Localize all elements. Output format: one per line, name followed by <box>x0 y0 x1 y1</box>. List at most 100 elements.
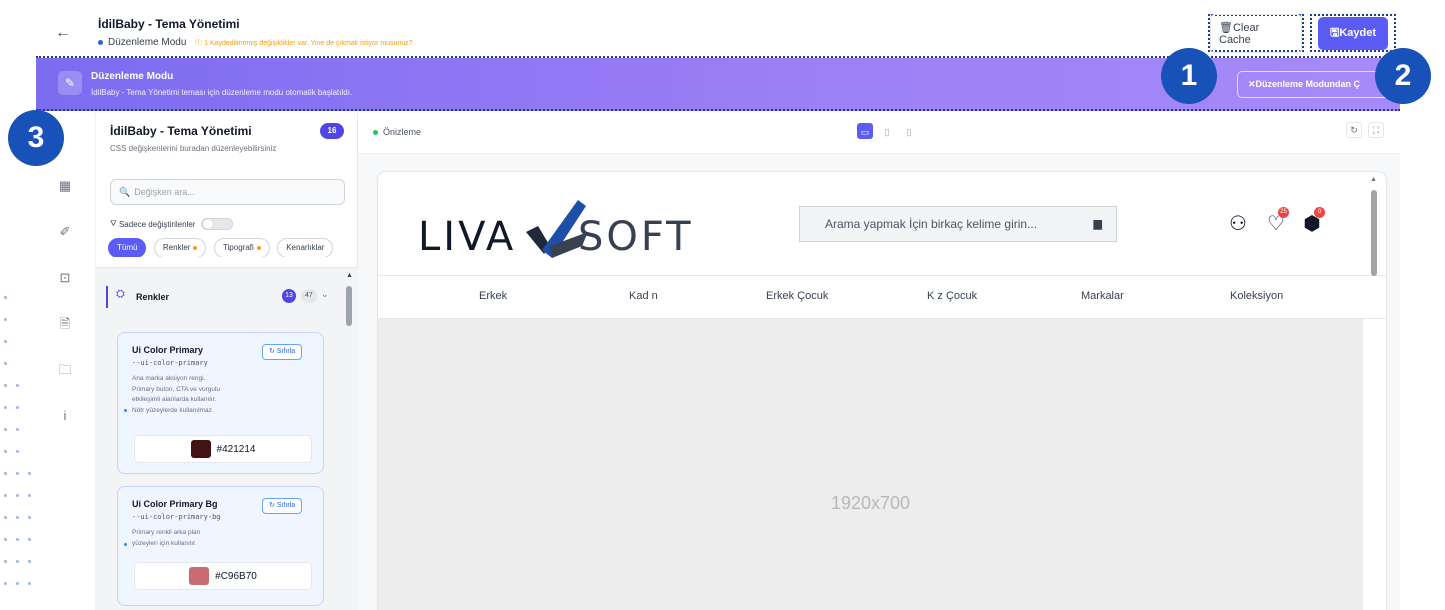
callout-badge-3: 3 <box>8 110 64 166</box>
banner-description: İdilBaby - Tema Yönetimi teması için düz… <box>91 88 353 97</box>
search-icon: 🔍 <box>119 187 131 197</box>
nav-item[interactable]: Kad n <box>629 290 658 302</box>
chip-typography[interactable]: Tipografi <box>213 238 270 257</box>
decorative-dot <box>16 450 19 453</box>
decorative-dot <box>16 428 19 431</box>
description-line: yüzeyleri için kullanılır. <box>132 539 197 547</box>
decorative-dot <box>28 538 31 541</box>
chip-colors-label: Renkler <box>162 243 191 252</box>
page-title: İdilBaby - Tema Yönetimi <box>98 17 240 31</box>
desktop-view-icon[interactable]: ▭ <box>857 123 873 139</box>
section-active-bar <box>106 286 108 308</box>
back-arrow-icon[interactable]: ← <box>52 22 74 44</box>
section-header-colors[interactable]: ⛭ Renkler 13 47 ⌄ <box>106 283 336 311</box>
color-hex-value: #C96B70 <box>215 570 257 582</box>
description-line: Primary buton, CTA ve vurgulu <box>132 385 221 393</box>
decorative-dot <box>4 582 7 585</box>
reset-button[interactable]: ↻ Sıfırla <box>262 498 303 514</box>
decorative-dot <box>4 362 7 365</box>
color-value-field[interactable]: #421214 <box>134 435 312 463</box>
changed-indicator <box>124 409 127 412</box>
decorative-dot <box>4 516 7 519</box>
changed-dot <box>256 245 261 250</box>
chip-all[interactable]: Tümü <box>108 238 147 257</box>
decorative-dot <box>16 384 19 387</box>
chip-typography-label: Tipografi <box>222 243 254 252</box>
hero-dimensions-text: 1920x700 <box>830 493 911 513</box>
close-icon: ✕ <box>1248 79 1256 89</box>
site-scrollbar[interactable]: ▲ <box>1369 176 1379 606</box>
mobile-view-icon[interactable]: ▯ <box>901 123 917 139</box>
decorative-dot <box>16 516 19 519</box>
save-highlight: 🖫Kaydet <box>1310 14 1396 52</box>
search-button-icon[interactable]: ▆ <box>1094 207 1102 241</box>
nav-item[interactable]: K z Çocuk <box>927 290 977 302</box>
color-swatch[interactable] <box>190 440 211 458</box>
chip-borders-label: Kenarlıklar <box>286 243 325 252</box>
filter-icon: ⛛ <box>110 219 119 228</box>
reset-icon: ↻ <box>269 502 277 509</box>
brush-icon[interactable]: ✐ <box>56 223 74 241</box>
chip-borders[interactable]: Kenarlıklar <box>277 238 334 257</box>
cart-count-badge: 0 <box>1314 207 1325 218</box>
site-search-input[interactable]: Arama yapmak İçin birkaç kelime girin...… <box>799 206 1117 242</box>
scroll-thumb[interactable] <box>346 286 352 326</box>
variable-key: --ui-color-primary <box>132 359 208 367</box>
nav-item[interactable]: Markalar <box>1081 290 1124 302</box>
scroll-thumb[interactable] <box>1371 190 1377 276</box>
panel-subtitle: CSS değişkenlerini buradan düzenleyebili… <box>110 144 277 153</box>
refresh-icon[interactable]: ↻ <box>1346 122 1362 138</box>
decorative-dot <box>4 428 7 431</box>
chip-colors[interactable]: Renkler <box>153 238 207 257</box>
scroll-up-icon[interactable]: ▲ <box>346 272 353 279</box>
color-swatch[interactable] <box>189 567 210 585</box>
variable-search-input[interactable]: 🔍 Değişken ara... <box>110 179 345 205</box>
site-search-placeholder: Arama yapmak İçin birkaç kelime girin... <box>825 217 1038 231</box>
decorative-dot <box>4 340 7 343</box>
nav-item[interactable]: Erkek Çocuk <box>766 290 828 302</box>
terminal-icon[interactable]: ⊡ <box>56 269 74 287</box>
reset-button[interactable]: ↻ Sıfırla <box>262 344 303 360</box>
chevron-down-icon[interactable]: ⌄ <box>321 289 329 300</box>
variable-name: Ui Color Primary Bg <box>132 499 218 509</box>
user-icon[interactable]: ⚇ <box>1226 212 1250 236</box>
variable-card: Ui Color Primary --ui-color-primary ↻ Sı… <box>117 332 324 474</box>
decorative-dot <box>4 318 7 321</box>
variable-name: Ui Color Primary <box>132 345 204 355</box>
grid-icon[interactable]: ▦ <box>56 177 74 195</box>
save-button[interactable]: 🖫Kaydet <box>1317 16 1389 50</box>
decorative-dot <box>28 582 31 585</box>
reset-label: Sıfırla <box>276 348 296 355</box>
decorative-dot <box>4 494 7 497</box>
decorative-dot <box>28 516 31 519</box>
panel-scrollbar[interactable]: ▲ <box>346 272 353 608</box>
changed-dot <box>193 245 198 250</box>
info-icon[interactable]: i <box>56 407 74 425</box>
decorative-dot <box>28 494 31 497</box>
decorative-dot <box>16 494 19 497</box>
file-icon[interactable]: 🗎 <box>56 315 74 333</box>
clear-cache-button[interactable]: 🗑Clear Cache <box>1210 13 1302 53</box>
only-changed-toggle[interactable] <box>201 218 234 230</box>
nav-item[interactable]: Erkek <box>479 290 507 302</box>
category-chips: Tümü Renkler Tipografi Kenarlıklar <box>108 237 346 257</box>
decorative-dot <box>4 538 7 541</box>
variable-description: Primary renkli arka plan yüzeyleri için … <box>132 528 312 549</box>
chip-all-label: Tümü <box>117 243 138 252</box>
decorative-dot <box>28 472 31 475</box>
tablet-view-icon[interactable]: ▯ <box>879 123 895 139</box>
fullscreen-icon[interactable]: ⛶ <box>1368 122 1384 138</box>
warning-icon: ⓘ <box>195 40 205 47</box>
palette-icon: ⛭ <box>116 288 125 300</box>
variables-panel: İdilBaby - Tema Yönetimi CSS değişkenler… <box>96 113 358 610</box>
mode-status: Düzenleme Modu ⓘ 1 Kaydedilmemiş değişik… <box>98 37 413 48</box>
variable-card: Ui Color Primary Bg --ui-color-primary-b… <box>117 486 324 606</box>
decorative-dot <box>4 296 7 299</box>
scroll-up-icon[interactable]: ▲ <box>1370 176 1377 183</box>
nav-item[interactable]: Koleksiyon <box>1230 290 1283 302</box>
color-value-field[interactable]: #C96B70 <box>134 562 312 590</box>
folder-icon[interactable]: 🗀 <box>56 361 74 379</box>
site-logo[interactable]: LIVA SOFT <box>418 192 718 262</box>
site-navigation: Erkek Kad n Erkek Çocuk K z Çocuk Markal… <box>378 275 1386 319</box>
only-changed-label: Sadece değiştirilenler <box>118 219 196 229</box>
